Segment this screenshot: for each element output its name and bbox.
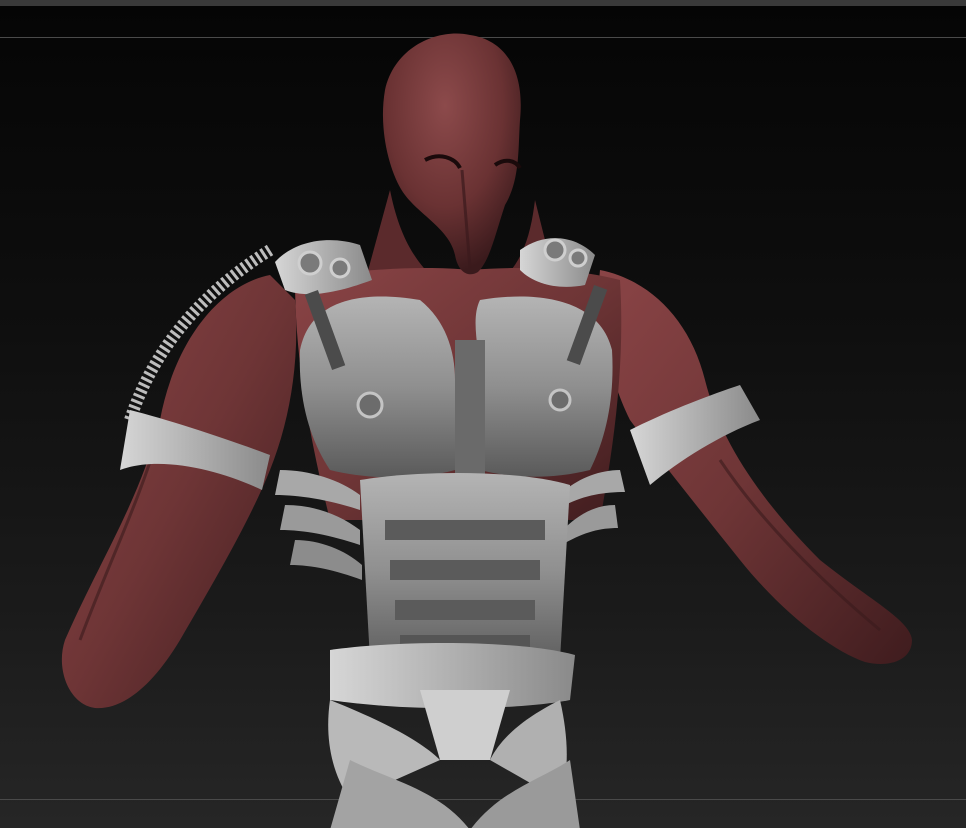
sculpt-viewport[interactable] xyxy=(0,6,966,828)
abdomen-armor xyxy=(360,473,570,672)
sculpted-bust-model[interactable] xyxy=(0,6,966,828)
belt-armor xyxy=(328,643,580,828)
left-arm xyxy=(61,275,297,709)
